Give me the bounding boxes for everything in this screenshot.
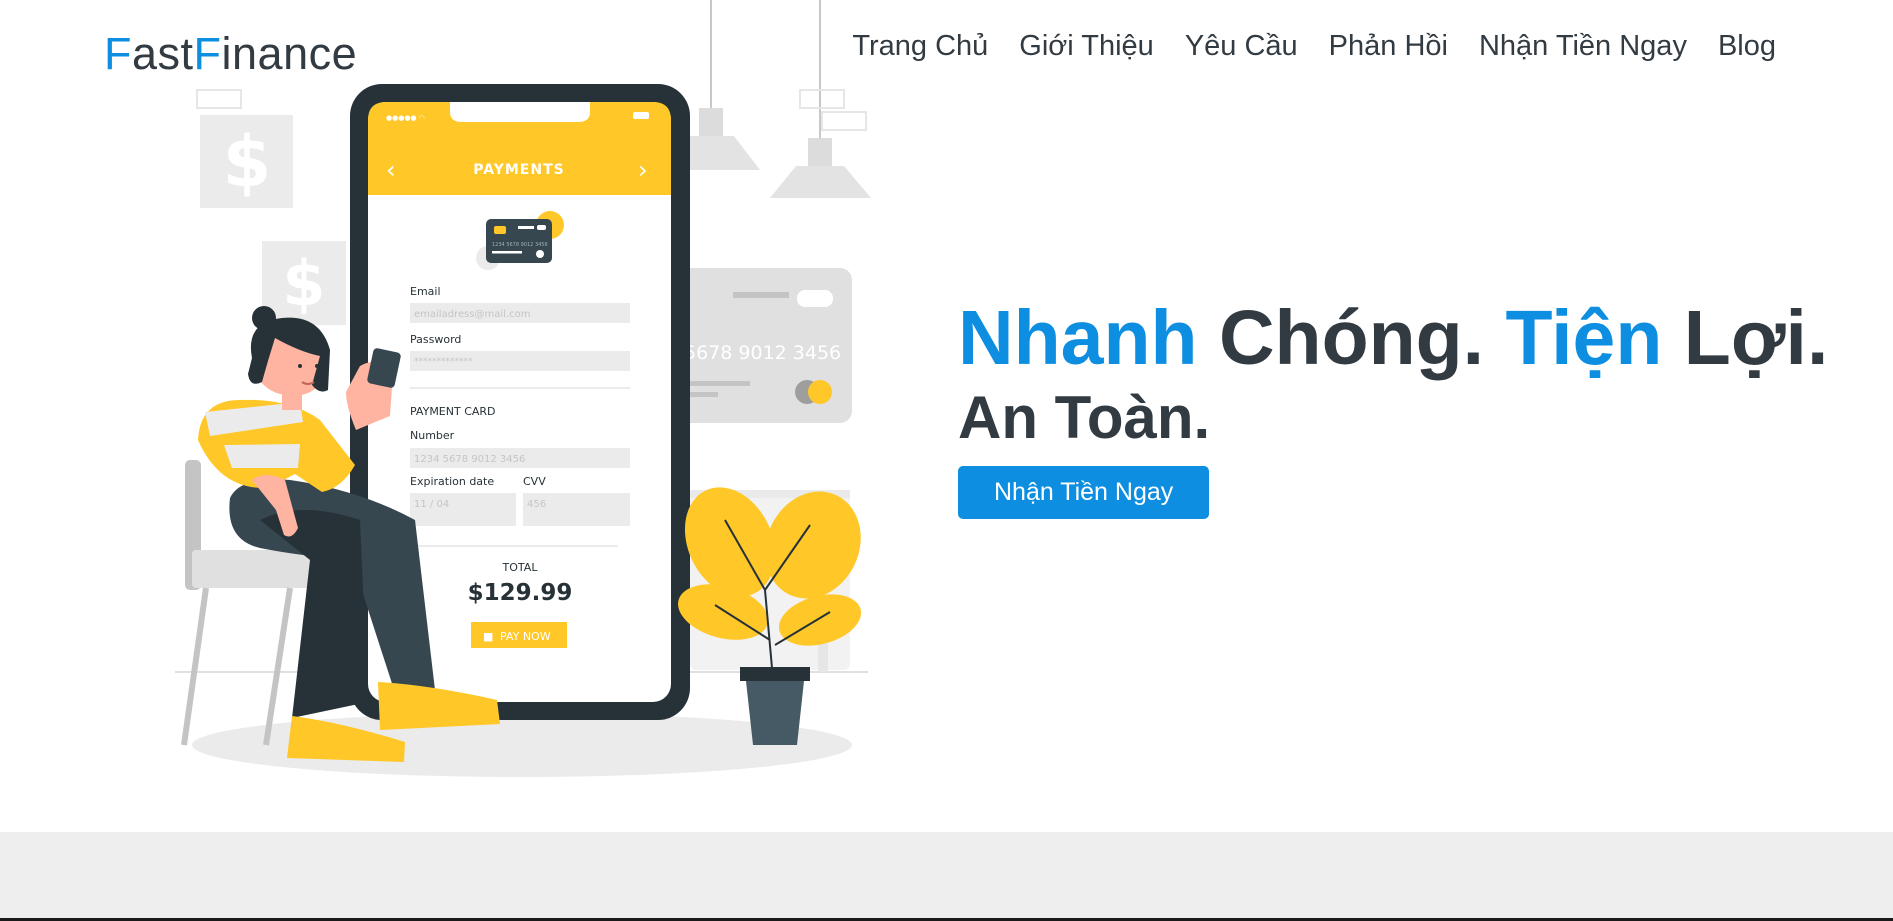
pay-now-label: PAY NOW <box>500 630 551 643</box>
dollar-sign-2: $ <box>282 247 325 320</box>
cvv-label: CVV <box>523 475 546 488</box>
email-label: Email <box>410 285 441 298</box>
hero-section: Nhanh Chóng. Tiện Lợi. An Toàn. Nhận Tiề… <box>958 295 1828 519</box>
hero-subline: An Toàn. <box>958 384 1211 451</box>
logo-letter-f1: F <box>104 28 132 79</box>
main-nav: Trang Chủ Giới Thiệu Yêu Cầu Phản Hồi Nh… <box>852 30 1776 63</box>
payment-card-label: PAYMENT CARD <box>410 405 496 418</box>
nav-item-about[interactable]: Giới Thiệu <box>1019 30 1154 63</box>
expiration-placeholder: 11 / 04 <box>414 499 449 510</box>
total-label: TOTAL <box>502 561 539 574</box>
headline-word-tien: Tiện <box>1505 295 1663 381</box>
password-placeholder: ************* <box>414 357 473 367</box>
lock-icon: ■ <box>483 630 493 643</box>
nav-item-get-money[interactable]: Nhận Tiền Ngay <box>1479 30 1687 63</box>
expiration-label: Expiration date <box>410 475 494 488</box>
mini-card-number: 1234 5678 9012 3456 <box>492 242 548 248</box>
svg-text:●●●●● ◠: ●●●●● ◠ <box>386 114 425 122</box>
footer-band <box>0 832 1893 921</box>
nav-item-request[interactable]: Yêu Cầu <box>1185 30 1298 63</box>
dollar-sign-1: $ <box>223 121 272 203</box>
email-placeholder: emailadress@mail.com <box>414 309 530 320</box>
cvv-placeholder: 456 <box>527 499 546 510</box>
nav-item-feedback[interactable]: Phản Hồi <box>1329 30 1448 63</box>
headline-word-loi: Lợi. <box>1662 295 1829 381</box>
headline-word-nhanh: Nhanh <box>958 295 1198 381</box>
dollar-frames: $ $ <box>196 89 346 325</box>
number-placeholder: 1234 5678 9012 3456 <box>414 454 525 465</box>
hero-headline: Nhanh Chóng. Tiện Lợi. <box>958 295 1828 381</box>
get-money-now-button[interactable]: Nhận Tiền Ngay <box>958 466 1210 519</box>
phone-title: PAYMENTS <box>473 162 564 178</box>
password-label: Password <box>410 333 461 346</box>
background-credit-card: 5678 9012 3456 <box>662 268 852 423</box>
phone-back-chevron: ‹ <box>386 156 396 184</box>
hanging-lamps <box>662 0 871 198</box>
total-value: $129.99 <box>468 580 573 606</box>
headline-word-chong: Chóng. <box>1197 295 1506 381</box>
phone-forward-chevron: › <box>638 156 648 184</box>
bg-card-number: 5678 9012 3456 <box>684 342 841 364</box>
hero-illustration: $ $ 5678 9012 3456 ●●●●● ◠ ‹ › PAYMENTS <box>175 0 871 777</box>
nav-item-blog[interactable]: Blog <box>1718 30 1776 63</box>
number-label: Number <box>410 429 455 442</box>
